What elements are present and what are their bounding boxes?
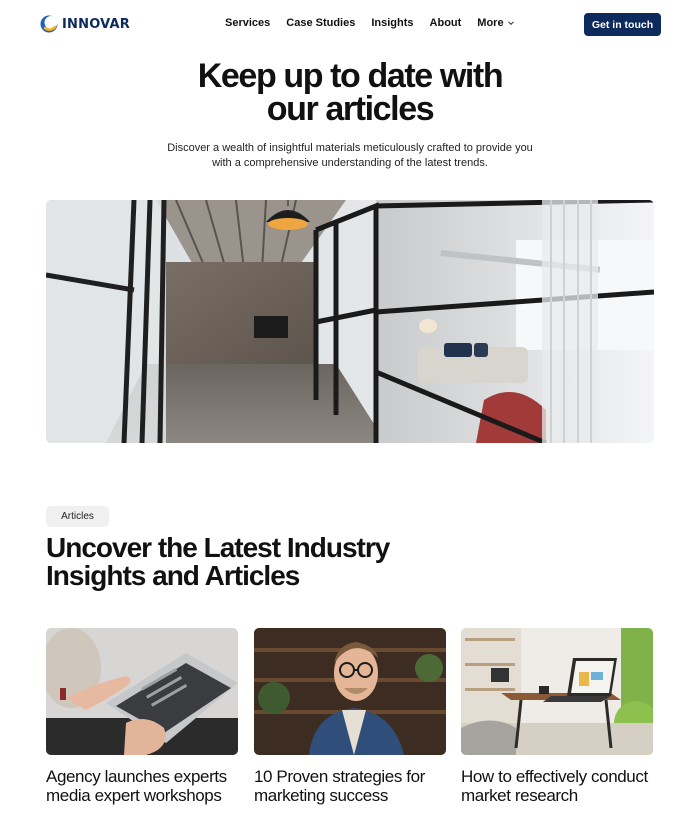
- nav-label: Insights: [371, 17, 414, 29]
- article-title[interactable]: 10 Proven strategies for marketing succe…: [254, 767, 446, 805]
- article-image-laptop-desk: [461, 628, 653, 755]
- hero-subtitle: Discover a wealth of insightful material…: [167, 142, 533, 169]
- nav-item-services[interactable]: Services: [225, 17, 270, 29]
- nav-label: More: [477, 17, 504, 29]
- nav-item-case-studies[interactable]: Case Studies: [286, 17, 355, 29]
- hero-title-line: our articles: [266, 90, 435, 128]
- main-nav: Services Case Studies Insights About Mor…: [225, 17, 531, 29]
- articles-badge: Articles: [46, 506, 109, 527]
- section-title-line: Insights and Articles: [46, 560, 300, 591]
- article-card[interactable]: 10 Proven strategies for marketing succe…: [254, 628, 446, 805]
- nav-item-insights[interactable]: Insights: [371, 17, 413, 29]
- nav-label: Case Studies: [286, 17, 356, 29]
- nav-item-more[interactable]: More: [477, 17, 514, 29]
- chevron-down-icon: [507, 21, 514, 26]
- article-title[interactable]: Agency launches experts media expert wor…: [46, 767, 238, 805]
- nav-label: Services: [225, 17, 271, 29]
- articles-section-title: Uncover the Latest Industry Insights and…: [46, 534, 466, 590]
- article-image-laptop-hands: [46, 628, 238, 755]
- article-image-man-glasses: [254, 628, 446, 755]
- brand-logo[interactable]: INNOVAR: [40, 15, 130, 33]
- brand-name: INNOVAR: [62, 16, 130, 32]
- nav-label: About: [429, 17, 462, 29]
- site-header: INNOVAR Services Case Studies Insights A…: [0, 0, 700, 50]
- section-title-line: Uncover the Latest Industry: [46, 532, 390, 563]
- crescent-logo-icon: [40, 15, 58, 33]
- article-card[interactable]: Agency launches experts media expert wor…: [46, 628, 238, 805]
- hero-title-line: Keep up to date with: [197, 57, 504, 95]
- hero-title: Keep up to date with our articles: [0, 57, 700, 128]
- article-card[interactable]: How to effectively conduct market resear…: [461, 628, 653, 805]
- get-in-touch-button[interactable]: Get in touch: [584, 13, 661, 36]
- nav-item-about[interactable]: About: [430, 17, 462, 29]
- hero-office-image: [46, 200, 654, 443]
- article-title[interactable]: How to effectively conduct market resear…: [461, 767, 653, 805]
